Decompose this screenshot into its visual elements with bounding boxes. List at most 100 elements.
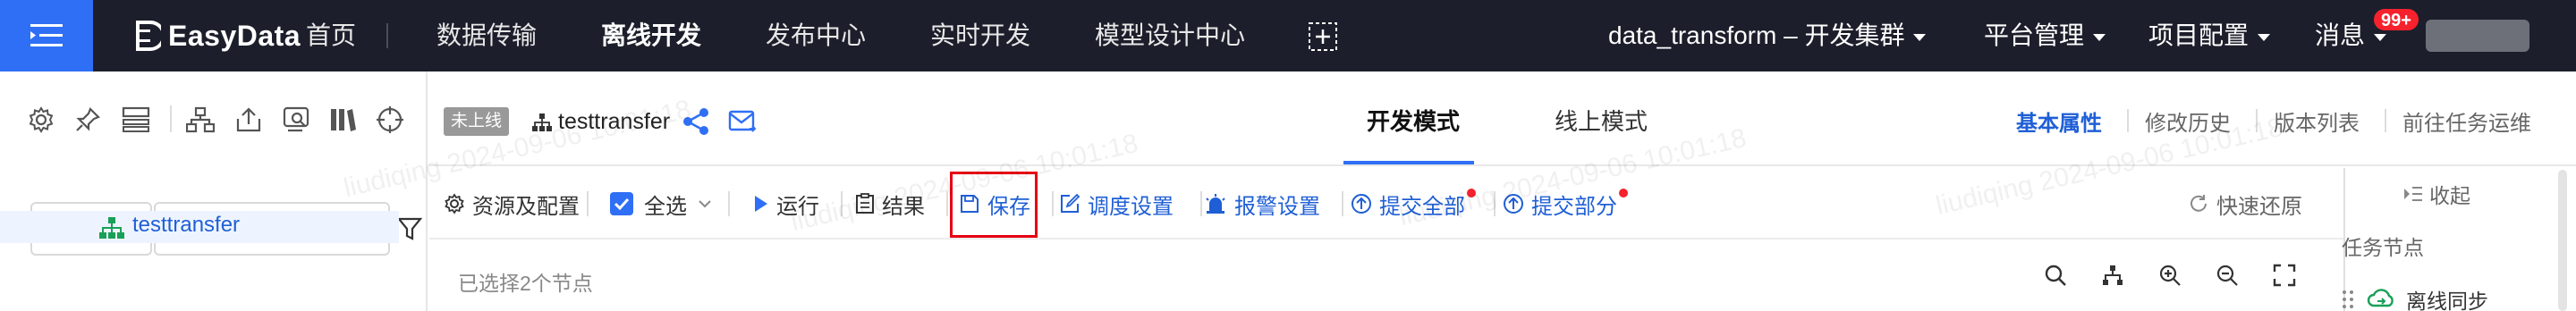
tab-dev-mode[interactable]: 开发模式	[1367, 104, 1460, 137]
notification-dot	[1619, 189, 1628, 198]
schedule-settings-button[interactable]: 调度设置	[1059, 168, 1174, 240]
collapse-label: 收起	[2429, 184, 2470, 207]
submit-all-label: 提交全部	[1379, 194, 1465, 219]
cloud-sync-icon	[2367, 288, 2395, 311]
tree-item-label[interactable]: testtransfer	[132, 213, 240, 238]
mail-icon[interactable]	[728, 109, 757, 139]
upload-circle-icon	[1351, 193, 1372, 214]
checkbox-checked-icon[interactable]	[610, 192, 633, 215]
quick-restore-button[interactable]: 快速还原	[2188, 168, 2302, 240]
add-tab-icon[interactable]	[1308, 21, 1338, 56]
toolbar-divider	[1052, 191, 1054, 216]
logo-text: EasyData	[168, 19, 301, 52]
toolbar-divider	[946, 191, 948, 216]
link-modify-history[interactable]: 修改历史	[2145, 105, 2231, 137]
project-switcher[interactable]: data_transform – 开发集群	[1608, 0, 1927, 71]
nav-offline-dev[interactable]: 离线开发	[601, 0, 701, 71]
selection-status: 已选择2个节点	[458, 272, 593, 295]
active-tab-indicator	[1343, 161, 1474, 164]
top-nav-bar: EasyData 首页 数据传输 离线开发 发布中心 实时开发 模型设计中心 d…	[0, 0, 2576, 71]
sidebar: 任务	[0, 71, 428, 311]
result-label: 结果	[882, 194, 925, 219]
upload-icon[interactable]	[233, 104, 265, 136]
project-config-menu[interactable]: 项目配置	[2148, 0, 2271, 71]
logo-icon	[136, 21, 161, 51]
layout-tree-icon[interactable]	[2098, 261, 2127, 290]
menu-icon[interactable]	[0, 0, 93, 71]
platform-label: 平台管理	[1984, 21, 2085, 49]
project-name: data_transform – 开发集群	[1608, 21, 1905, 49]
select-all-button[interactable]: 全选	[610, 168, 712, 240]
toolbar-divider	[1342, 191, 1343, 216]
panel-title: 任务节点	[2342, 236, 2424, 259]
toolbar-divider	[728, 191, 730, 216]
tab-online-mode[interactable]: 线上模式	[1555, 104, 1648, 137]
alarm-settings-button[interactable]: 报警设置	[1204, 168, 1320, 240]
zoom-in-icon[interactable]	[2156, 261, 2184, 290]
toolbar: 资源及配置 全选 运行 结果 保存 调度设置 报警设置 提交全部 提交部分 快速…	[429, 168, 2343, 240]
chevron-down-icon	[2258, 33, 2271, 41]
nav-data-transfer[interactable]: 数据传输	[436, 0, 537, 71]
task-name: testtransfer	[558, 109, 671, 134]
drag-handle-icon[interactable]	[2342, 289, 2354, 310]
save-highlight-box	[950, 172, 1038, 238]
canvas-toolbar	[2041, 261, 2299, 290]
gear-icon[interactable]	[25, 104, 57, 136]
crosshair-icon[interactable]	[374, 104, 406, 136]
submit-all-button[interactable]: 提交全部	[1351, 168, 1476, 240]
link-divider	[2256, 109, 2258, 132]
fullscreen-icon[interactable]	[2270, 261, 2299, 290]
collapse-icon	[2402, 184, 2424, 204]
toolbar-divider	[587, 191, 589, 216]
project-config-label: 项目配置	[2148, 21, 2250, 49]
zoom-out-icon[interactable]	[2213, 261, 2241, 290]
share-icon[interactable]	[682, 107, 710, 140]
submit-part-button[interactable]: 提交部分	[1503, 168, 1628, 240]
message-badge: 99+	[2372, 7, 2420, 32]
link-version-list[interactable]: 版本列表	[2274, 105, 2360, 137]
restore-icon	[2188, 193, 2209, 214]
run-button[interactable]: 运行	[753, 168, 819, 240]
node-offline-sync-label: 离线同步	[2406, 290, 2488, 311]
notification-dot	[1467, 189, 1476, 198]
layout-icon[interactable]	[120, 104, 152, 136]
tree-icon[interactable]	[184, 104, 216, 136]
chevron-down-icon	[1913, 33, 1927, 41]
link-basic-properties[interactable]: 基本属性	[2016, 105, 2102, 137]
task-header: 未上线 testtransfer 开发模式 线上模式 基本属性 修改历史 版本列…	[429, 71, 2576, 166]
search-icon[interactable]	[2041, 261, 2070, 290]
nav-divider	[386, 23, 388, 48]
gear-icon	[444, 193, 465, 214]
link-task-ops[interactable]: 前往任务运维	[2402, 105, 2531, 137]
user-avatar[interactable]	[2426, 20, 2529, 52]
upload-circle-icon	[1503, 193, 1524, 214]
collapse-button[interactable]: 收起	[2402, 179, 2470, 209]
sidebar-divider	[170, 105, 172, 132]
workflow-icon	[531, 113, 553, 137]
search-image-icon[interactable]	[281, 104, 313, 136]
quick-restore-label: 快速还原	[2216, 194, 2302, 219]
nav-home[interactable]: 首页	[306, 0, 356, 71]
node-offline-sync[interactable]: 离线同步	[2342, 284, 2488, 311]
submit-part-label: 提交部分	[1531, 194, 1617, 219]
resources-config-label: 资源及配置	[472, 194, 580, 219]
alarm-icon	[1204, 193, 1227, 214]
chevron-down-icon	[2374, 33, 2387, 41]
nav-publish-center[interactable]: 发布中心	[766, 0, 866, 71]
library-icon[interactable]	[327, 104, 360, 136]
platform-menu[interactable]: 平台管理	[1984, 0, 2106, 71]
select-all-label: 全选	[644, 194, 687, 219]
pin-icon[interactable]	[72, 104, 104, 136]
filter-icon[interactable]	[396, 216, 423, 246]
link-divider	[2385, 109, 2386, 132]
status-badge: 未上线	[444, 107, 510, 136]
schedule-settings-label: 调度设置	[1088, 194, 1174, 219]
nav-realtime-dev[interactable]: 实时开发	[930, 0, 1030, 71]
scrollbar[interactable]	[2558, 170, 2567, 311]
edit-icon	[1059, 193, 1080, 214]
result-button[interactable]: 结果	[855, 168, 925, 240]
nav-model-design[interactable]: 模型设计中心	[1095, 0, 1245, 71]
resources-config-button[interactable]: 资源及配置	[444, 168, 580, 240]
logo[interactable]: EasyData	[134, 0, 301, 71]
document-icon	[855, 193, 875, 214]
